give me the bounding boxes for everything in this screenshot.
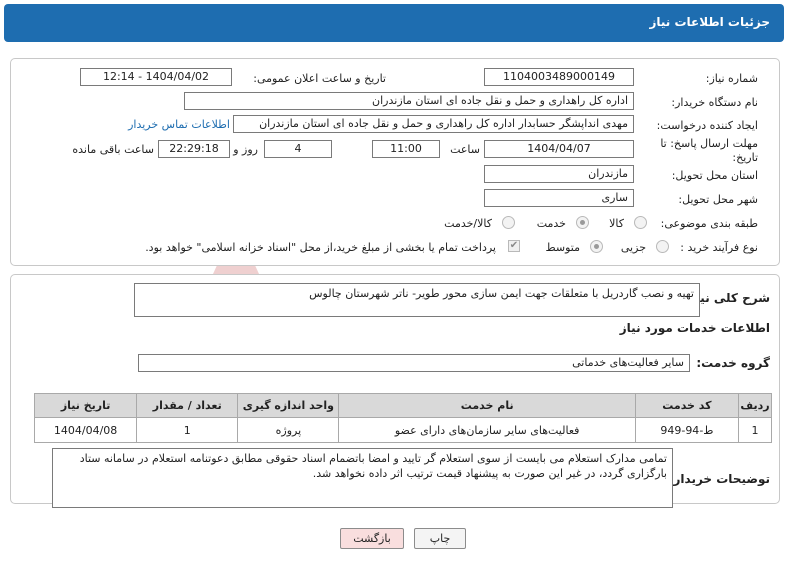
category-label: طبقه بندی موضوعی: [660,217,758,230]
city-field: ساری [484,189,634,207]
deadline-time-field: 11:00 [372,140,440,158]
buyer-org-label: نام دستگاه خریدار: [671,96,758,109]
deadline-date-field: 1404/04/07 [484,140,634,158]
col-unit: واحد اندازه گیری [237,393,340,418]
payment-checkbox[interactable]: ✔ [508,240,520,252]
col-name: نام خدمت [338,393,636,418]
need-number-label: شماره نیاز: [705,72,758,85]
province-label: استان محل تحویل: [671,169,758,182]
cell-qty: 1 [136,417,239,443]
cell-unit: پروژه [237,417,340,443]
remaining-time-label: ساعت باقی مانده [72,143,154,156]
deadline-label: مهلت ارسال پاسخ: تا [660,137,758,150]
col-code: کد خدمت [634,393,739,418]
category-radio-service[interactable] [576,216,589,229]
service-group-label: گروه خدمت: [696,356,770,370]
services-section-title: اطلاعات خدمات مورد نیاز [619,321,770,335]
summary-field: تهیه و نصب گاردریل با متعلقات جهت ایمن س… [134,283,700,317]
deadline-label-date: تاریخ: [732,151,758,164]
category-option-goods-service: کالا/خدمت [444,217,492,230]
col-row: ردیف [737,393,773,418]
services-table: ردیف کد خدمت نام خدمت واحد اندازه گیری ت… [33,393,773,443]
remaining-days-label: روز و [233,143,258,156]
category-radio-goods-service[interactable] [502,216,515,229]
creator-label: ایجاد کننده درخواست: [656,119,758,132]
col-qty: تعداد / مقدار [136,393,239,418]
process-radio-minor[interactable] [656,240,669,253]
services-table-header: ردیف کد خدمت نام خدمت واحد اندازه گیری ت… [33,393,773,418]
cell-code: ط-94-949 [634,417,739,443]
payment-note: پرداخت تمام یا بخشی از مبلغ خرید،از محل … [145,241,496,254]
announce-datetime-label: تاریخ و ساعت اعلان عمومی: [253,72,386,85]
page-header: جزئیات اطلاعات نیاز [4,4,784,42]
back-button[interactable]: بازگشت [340,528,404,549]
need-details-panel [10,58,780,266]
print-button[interactable]: چاپ [414,528,466,549]
cell-row: 1 [737,417,773,443]
remaining-days-field: 4 [264,140,332,158]
creator-field: مهدی انداپشگر حسابدار اداره کل راهداری و… [233,115,634,133]
col-date: تاریخ نیاز [33,393,138,418]
buyer-notes-field: تمامی مدارک استعلام می بایست از سوی استع… [52,448,673,508]
cell-date: 1404/04/08 [33,417,138,443]
category-option-service: خدمت [536,217,566,230]
need-number-field: 1104003489000149 [484,68,634,86]
process-option-minor: جزیی [620,241,646,254]
buyer-contact-link[interactable]: اطلاعات تماس خریدار [128,118,230,131]
process-radio-medium[interactable] [590,240,603,253]
table-row: 1 ط-94-949 فعالیت‌های سایر سازمان‌های دا… [33,417,773,443]
buyer-org-field: اداره کل راهداری و حمل و نقل جاده ای است… [184,92,634,110]
remaining-time-field: 22:29:18 [158,140,230,158]
cell-name: فعالیت‌های سایر سازمان‌های دارای عضو [338,417,636,443]
service-group-field: سایر فعالیت‌های خدماتی [138,354,690,372]
province-field: مازندران [484,165,634,183]
process-option-medium: متوسط [545,241,580,254]
category-option-goods: کالا [609,217,624,230]
process-label: نوع فرآیند خرید : [680,241,758,254]
deadline-time-label: ساعت [450,143,480,156]
page-title: جزئیات اطلاعات نیاز [649,15,770,29]
buyer-notes-label: توضیحات خریدار: [668,472,770,486]
announce-datetime-field: 1404/04/02 - 12:14 [80,68,232,86]
city-label: شهر محل تحویل: [678,193,758,206]
category-radio-goods[interactable] [634,216,647,229]
